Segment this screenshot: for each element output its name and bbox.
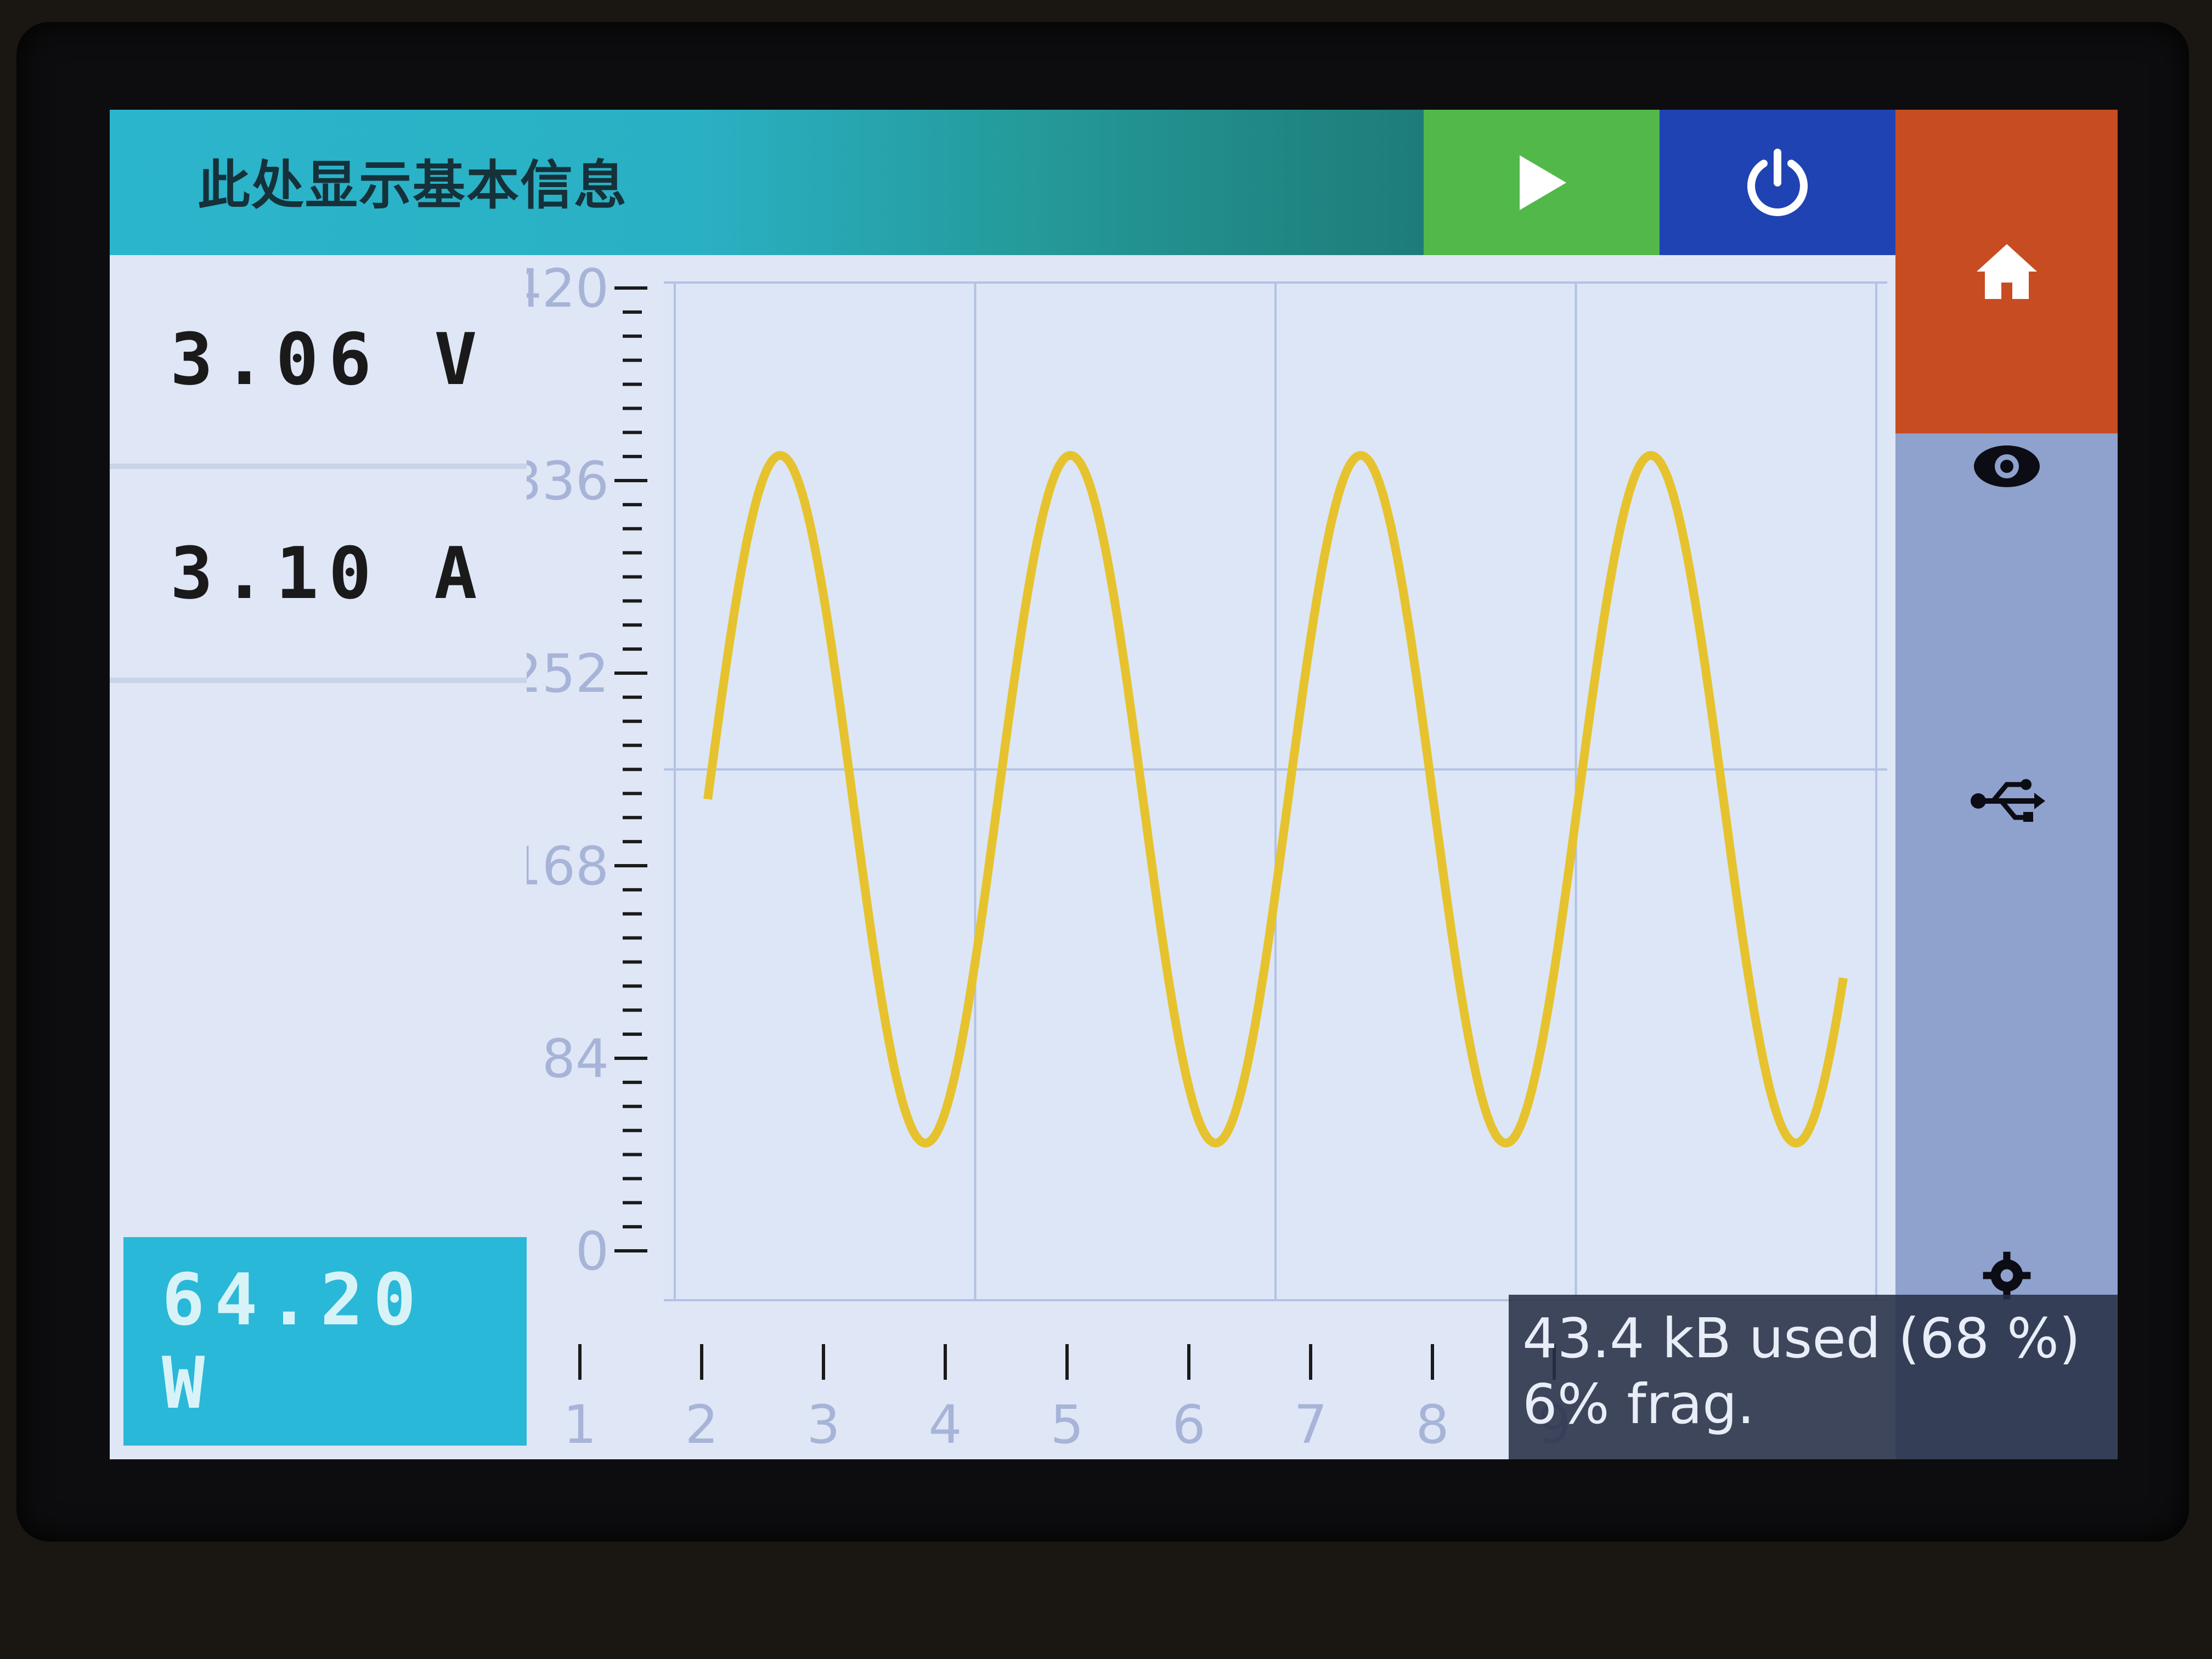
eye-icon bbox=[1973, 445, 2040, 487]
y-tick-label: 0 bbox=[575, 1221, 609, 1282]
nav-usb-button[interactable] bbox=[1895, 719, 2118, 883]
gear-icon bbox=[1983, 1251, 2030, 1300]
header-title: 此处显示基本信息 bbox=[198, 155, 628, 216]
x-tick-label: 3 bbox=[806, 1394, 840, 1455]
x-tick-label: 8 bbox=[1415, 1394, 1449, 1455]
side-nav bbox=[1895, 110, 2118, 1459]
play-icon bbox=[1520, 155, 1566, 210]
x-tick-label: 1 bbox=[563, 1394, 596, 1455]
x-tick-label: 5 bbox=[1050, 1394, 1084, 1455]
x-tick-label: 6 bbox=[1172, 1394, 1205, 1455]
memory-frag: 6% frag. bbox=[1522, 1372, 1755, 1436]
power-button[interactable] bbox=[1660, 110, 1895, 255]
memory-monitor: 43.4 kB used (68 %) 6% frag. bbox=[1509, 1295, 2118, 1459]
x-tick-label: 2 bbox=[685, 1394, 718, 1455]
y-tick-label: 252 bbox=[527, 643, 609, 704]
power-icon bbox=[1747, 148, 1808, 216]
y-tick-label: 168 bbox=[527, 836, 609, 897]
x-tick-label: 7 bbox=[1294, 1394, 1327, 1455]
y-tick-label: 420 bbox=[527, 258, 609, 319]
waveform-chart: 4203362521688400123456789 bbox=[527, 258, 1887, 1455]
screen: 此处显示基本信息 3.06 V 3.10 A 64.20 W 20 36 52 … bbox=[110, 110, 2118, 1459]
voltage-readout: 3.06 V bbox=[110, 255, 527, 469]
power-readout: 64.20 W bbox=[123, 1237, 527, 1446]
memory-used: 43.4 kB used (68 %) bbox=[1522, 1306, 2081, 1370]
usb-icon bbox=[1970, 779, 2045, 822]
chart-area: 4203362521688400123456789 bbox=[527, 255, 1895, 1459]
y-tick-label: 84 bbox=[542, 1028, 609, 1090]
play-button[interactable] bbox=[1424, 110, 1660, 255]
x-tick-label: 4 bbox=[928, 1394, 962, 1455]
home-icon bbox=[1976, 244, 2037, 299]
y-tick-label: 336 bbox=[527, 450, 609, 512]
header-bar: 此处显示基本信息 bbox=[110, 110, 1424, 255]
nav-view-button[interactable] bbox=[1895, 384, 2118, 549]
current-readout: 3.10 A bbox=[110, 469, 527, 683]
